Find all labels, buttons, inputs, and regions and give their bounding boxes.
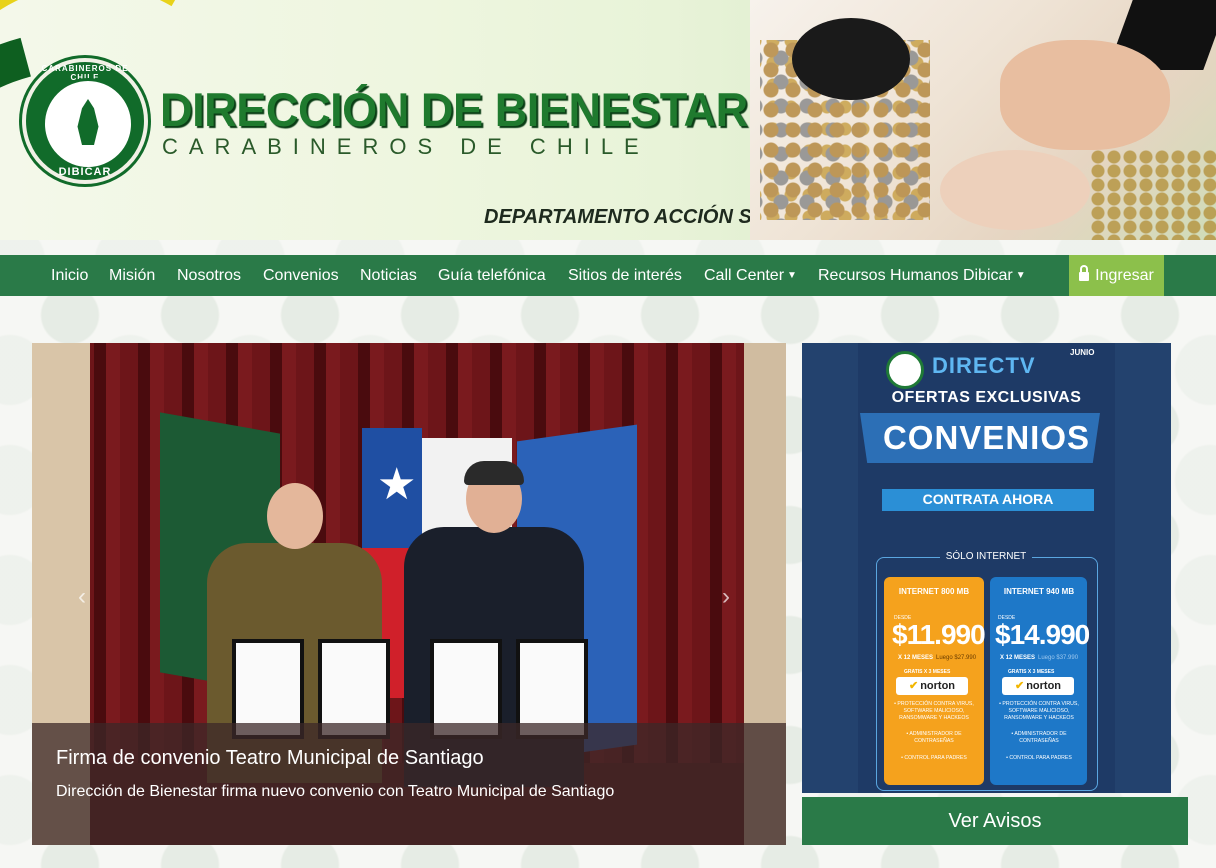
ad-offers: OFERTAS EXCLUSIVAS	[891, 389, 1082, 406]
plan-after-price: Luego $37.990	[1038, 655, 1079, 661]
header-banner: CARABINEROS DE CHILE DIBICAR DIRECCIÓN D…	[0, 0, 1216, 240]
lock-icon	[1079, 265, 1090, 281]
plan-months: X 12 MESES	[1000, 655, 1036, 661]
plan-benefit: • PROTECCIÓN CONTRA VIRUS, SOFTWARE MALI…	[894, 701, 974, 721]
site-subtitle: CARABINEROS DE CHILE	[162, 134, 650, 159]
plan-benefit: • CONTROL PARA PADRES	[901, 755, 967, 761]
figure-hair	[464, 461, 524, 485]
plan-benefit: • ADMINISTRADOR DE CONTRASEÑAS	[906, 731, 962, 744]
plan-benefit: • ADMINISTRADOR DE CONTRASEÑAS	[1011, 731, 1067, 744]
login-button[interactable]: Ingresar	[1069, 255, 1164, 296]
seal-inner	[42, 78, 134, 170]
main-navbar: Inicio Misión Nosotros Convenios Noticia…	[0, 255, 1216, 296]
ad-cta: CONTRATA AHORA	[922, 491, 1054, 507]
plan-gratis: GRATIS X 3 MESES	[1008, 669, 1055, 675]
nav-mision[interactable]: Misión	[109, 255, 155, 296]
norton-label: norton	[920, 680, 956, 692]
coins-image	[1090, 150, 1216, 240]
carousel-next-icon[interactable]: ›	[722, 583, 730, 611]
plan-benefit: • PROTECCIÓN CONTRA VIRUS, SOFTWARE MALI…	[999, 701, 1079, 721]
nav-nosotros[interactable]: Nosotros	[177, 255, 241, 296]
plan-months: X 12 MESES	[898, 655, 934, 661]
plan-name: INTERNET 940 MB	[1003, 587, 1075, 596]
nav-recursos-humanos[interactable]: Recursos Humanos Dibicar ▼	[818, 255, 1026, 296]
seal-bottom-text: DIBICAR	[58, 166, 112, 178]
hands-rings-image	[1000, 40, 1170, 150]
nav-inicio[interactable]: Inicio	[51, 255, 88, 296]
plan-card: INTERNET 800 MB DESDE $11.990 X 12 MESES…	[884, 577, 986, 785]
carousel-caption-text: Dirección de Bienestar firma nuevo conve…	[56, 783, 615, 800]
plan-name: INTERNET 800 MB	[898, 587, 970, 596]
figure-head	[267, 483, 323, 549]
nav-call-center[interactable]: Call Center ▼	[704, 255, 797, 296]
norton-check-icon: ✔	[908, 680, 919, 692]
carousel-prev-icon[interactable]: ‹	[78, 583, 86, 611]
nav-call-center-label: Call Center	[704, 267, 785, 284]
login-label: Ingresar	[1095, 267, 1154, 284]
site-title: DIRECCIÓN DE BIENESTAR	[160, 83, 748, 136]
dibicar-small-logo	[886, 351, 924, 389]
plan-card: INTERNET 940 MB DESDE $14.990 X 12 MESES…	[990, 577, 1090, 785]
plan-after-price: Luego $27.990	[936, 655, 977, 661]
nav-convenios[interactable]: Convenios	[263, 255, 339, 296]
caret-down-icon: ▼	[1015, 270, 1026, 281]
ad-solo-label: SÓLO INTERNET	[939, 551, 1033, 562]
nav-noticias[interactable]: Noticias	[360, 255, 417, 296]
ad-solo-internet: SÓLO INTERNET	[876, 551, 1096, 562]
dibicar-seal-logo: CARABINEROS DE CHILE DIBICAR	[22, 58, 148, 184]
nav-sitios-de-interes[interactable]: Sitios de interés	[568, 255, 682, 296]
plan-price: $14.990	[995, 619, 1090, 650]
seal-figure-icon	[77, 99, 99, 145]
norton-check-icon: ✔	[1014, 680, 1025, 692]
plan-benefit: • CONTROL PARA PADRES	[1006, 755, 1072, 761]
plan-gratis: GRATIS X 3 MESES	[904, 669, 951, 675]
ad-brand: DIRECTV	[932, 353, 1036, 378]
carousel-caption-title: Firma de convenio Teatro Municipal de Sa…	[56, 747, 484, 769]
norton-logo: ✔ norton	[1002, 677, 1074, 695]
directv-ad-banner[interactable]: DIRECTV JUNIO OFERTAS EXCLUSIVAS CONVENI…	[802, 343, 1171, 793]
ad-month: JUNIO	[1070, 348, 1095, 357]
nav-guia-telefonica[interactable]: Guía telefónica	[438, 255, 546, 296]
norton-label: norton	[1026, 680, 1062, 692]
ver-avisos-button[interactable]: Ver Avisos	[802, 797, 1188, 845]
norton-logo: ✔ norton	[896, 677, 968, 695]
nav-recursos-humanos-label: Recursos Humanos Dibicar	[818, 267, 1013, 284]
ad-headline: CONVENIOS	[882, 419, 1091, 456]
baby-feet-image	[940, 150, 1090, 230]
plan-price: $11.990	[892, 619, 986, 650]
piggy-bank-image	[792, 18, 910, 100]
caret-down-icon: ▼	[787, 270, 797, 281]
news-carousel[interactable]: ★ ‹ › Firma de convenio Teatro Municipal…	[32, 343, 786, 845]
